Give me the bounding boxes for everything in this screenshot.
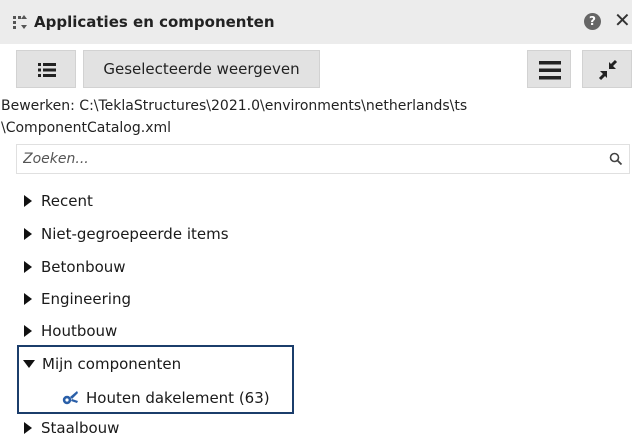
search-input[interactable]	[17, 145, 583, 173]
applications-components-panel: Applicaties en componenten ? ✕ Geselecte…	[0, 0, 632, 441]
tree-item-steel[interactable]: Staalbouw	[24, 414, 119, 442]
panel-title-bar: Applicaties en componenten ? ✕	[0, 0, 632, 44]
hamburger-menu-icon	[539, 61, 561, 80]
toolbar: Geselecteerde weergeven	[0, 44, 632, 94]
expand-arrow-icon[interactable]	[24, 422, 32, 434]
tree-item-recent[interactable]: Recent	[24, 187, 93, 215]
edit-path-line-2: \ComponentCatalog.xml	[1, 120, 172, 136]
search-icon[interactable]	[609, 152, 623, 166]
list-icon	[38, 63, 56, 77]
search-box	[16, 144, 630, 174]
tree-item-concrete[interactable]: Betonbouw	[24, 253, 126, 281]
menu-button[interactable]	[527, 50, 571, 88]
list-view-button[interactable]	[16, 50, 76, 88]
expand-arrow-icon[interactable]	[24, 261, 32, 273]
expand-arrow-icon[interactable]	[24, 293, 32, 305]
tree-item-label: Betonbouw	[41, 258, 126, 276]
collapse-button[interactable]	[582, 50, 632, 88]
panel-title: Applicaties en componenten	[34, 13, 275, 31]
tree-item-ungrouped[interactable]: Niet-gegroepeerde items	[24, 220, 229, 248]
expand-arrow-icon[interactable]	[24, 195, 32, 207]
tree-item-label: Niet-gegroepeerde items	[41, 225, 229, 243]
tree-item-timber[interactable]: Houtbouw	[24, 317, 117, 345]
highlight-box	[17, 345, 294, 414]
tree-item-label: Staalbouw	[41, 419, 120, 437]
tree-item-label: Recent	[41, 192, 93, 210]
tree-item-label: Houtbouw	[41, 322, 118, 340]
tree-item-label: Engineering	[41, 290, 131, 308]
help-icon[interactable]: ?	[584, 13, 601, 30]
show-selected-button[interactable]: Geselecteerde weergeven	[83, 50, 320, 88]
tree-item-engineering[interactable]: Engineering	[24, 285, 131, 313]
drag-grip-icon[interactable]	[12, 14, 28, 30]
edit-path-line-1: Bewerken: C:\TeklaStructures\2021.0\envi…	[1, 98, 468, 114]
expand-arrow-icon[interactable]	[24, 228, 32, 240]
close-icon[interactable]: ✕	[614, 8, 631, 32]
edit-path-text: Bewerken: C:\TeklaStructures\2021.0\envi…	[1, 95, 629, 139]
expand-arrow-icon[interactable]	[24, 325, 32, 337]
collapse-arrows-icon	[598, 59, 618, 81]
